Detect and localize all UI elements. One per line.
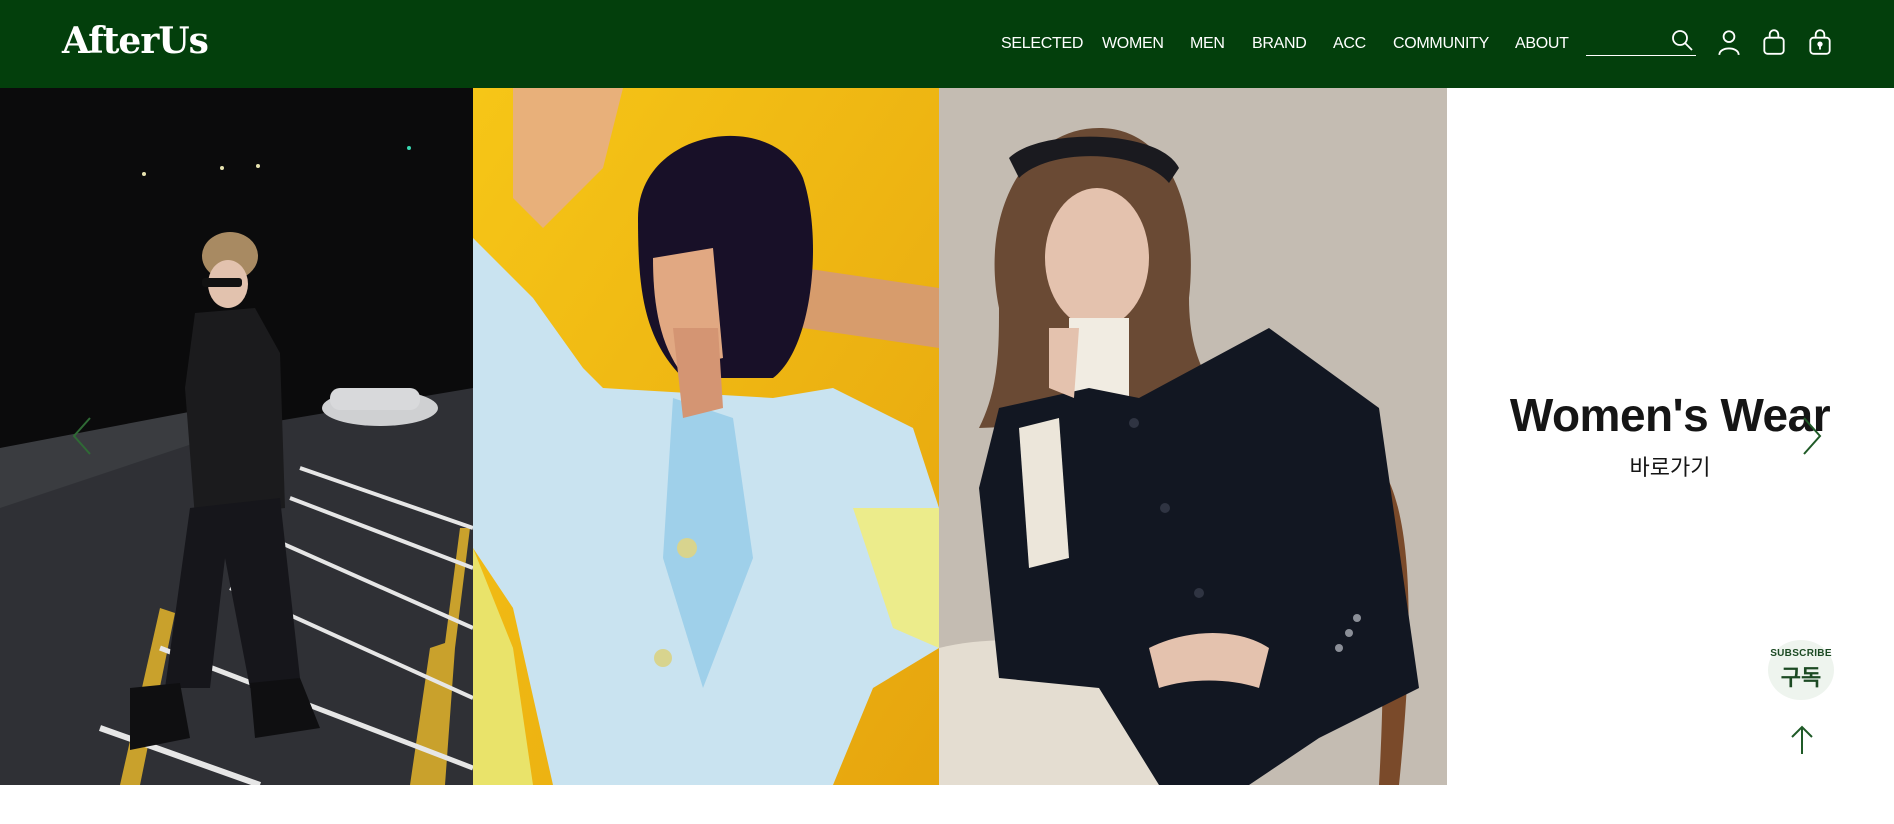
slide-link-label[interactable]: 바로가기 <box>1446 450 1894 482</box>
scroll-to-top-arrow-icon[interactable] <box>1789 724 1815 756</box>
slider-prev-arrow-icon[interactable] <box>68 414 96 458</box>
site-header: AfterUs SELECTED WOMEN MEN BRAND ACC COM… <box>0 0 1894 88</box>
nav-item-community[interactable]: COMMUNITY <box>1393 35 1489 53</box>
slide-image-yellow-portrait[interactable] <box>473 88 939 785</box>
brand-logo[interactable]: AfterUs <box>62 20 209 62</box>
slide-title: Women's Wear <box>1509 389 1831 441</box>
nav-item-selected[interactable]: SELECTED <box>1001 35 1083 53</box>
shopping-bag-icon[interactable] <box>1761 28 1787 56</box>
subscribe-label-ko: 구독 <box>1780 666 1822 691</box>
nav-item-brand[interactable]: BRAND <box>1252 35 1307 53</box>
nav-item-women[interactable]: WOMEN <box>1102 35 1164 53</box>
lock-bag-icon[interactable] <box>1807 28 1833 56</box>
slide-image-navy-jacket-portrait[interactable] <box>939 88 1447 785</box>
subscribe-button[interactable]: SUBSCRIBE 구독 <box>1768 640 1834 700</box>
slider-next-arrow-icon[interactable] <box>1798 414 1826 458</box>
user-icon[interactable] <box>1716 28 1742 56</box>
nav-item-about[interactable]: ABOUT <box>1515 35 1569 53</box>
nav-item-men[interactable]: MEN <box>1190 35 1225 53</box>
hero-slider: Women's Wear 바로가기 <box>0 88 1894 785</box>
slide-caption[interactable]: Women's Wear 바로가기 <box>1446 388 1894 482</box>
search-icon[interactable] <box>1670 27 1694 53</box>
subscribe-label-en: SUBSCRIBE <box>1770 648 1832 659</box>
nav-item-acc[interactable]: ACC <box>1333 35 1366 53</box>
